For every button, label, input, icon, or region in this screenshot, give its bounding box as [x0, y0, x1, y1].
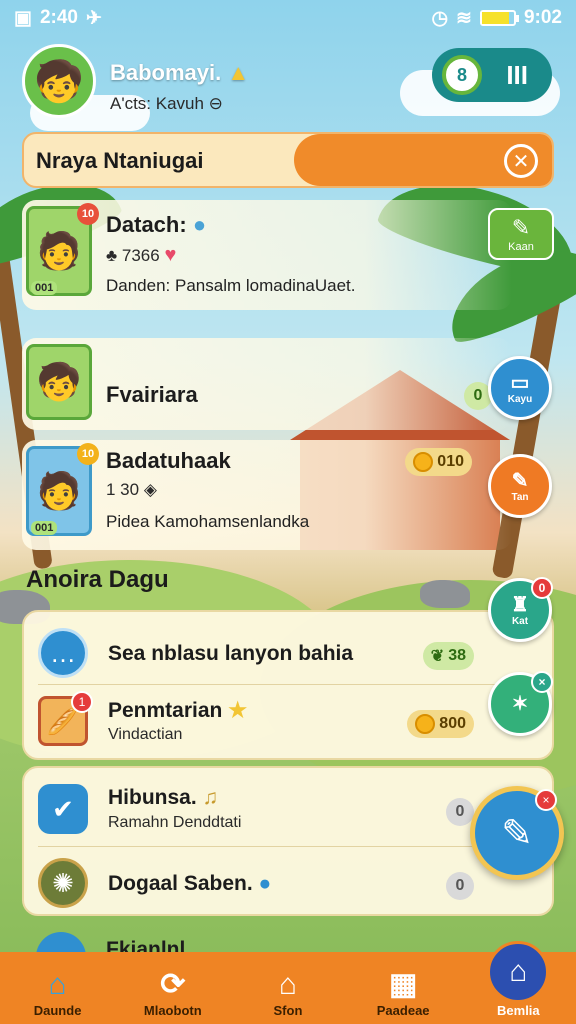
status-bar: ▣ 2:40 ✈ ◷ ≋ 9:02: [0, 0, 576, 36]
close-icon[interactable]: ✕: [504, 144, 538, 178]
check-icon: ✔: [38, 784, 88, 834]
chat-icon: …: [38, 628, 88, 678]
nav-grid[interactable]: ▦ Paadeae: [348, 967, 458, 1018]
nav-exchange[interactable]: ⟳ Mlaobotn: [118, 967, 228, 1018]
swap-icon: ⟳: [160, 968, 186, 1001]
star-outline-icon: ✶: [511, 693, 529, 715]
task-value: 800: [407, 710, 474, 738]
task-subtitle: Ramahn Denddtati: [108, 814, 242, 831]
pen-icon: ✎: [501, 812, 533, 855]
profile-header: 🧒 Babomayi. ▲ A'cts: Kavuh ⊖ 8 III: [22, 44, 552, 120]
character-thumbnail: 🧑 10 001: [26, 203, 99, 296]
heart-icon: ♥: [164, 244, 177, 266]
notification-badge: ×: [535, 789, 557, 811]
quest-stat: 1 30 ◈: [106, 480, 157, 499]
leaf-icon: ❦: [430, 648, 445, 665]
notification-badge: 0: [531, 577, 553, 599]
section-title: Anoira Dagu: [26, 566, 169, 593]
shield-icon: 8: [442, 55, 482, 95]
side-button-star[interactable]: ✶ ×: [488, 671, 553, 736]
quest-banner[interactable]: Nraya Ntaniugai ✕: [22, 132, 554, 188]
quest-description: Pidea Kamohamsenlandka: [106, 512, 310, 531]
edit-button[interactable]: ✎ Kaan: [488, 208, 554, 260]
star-icon: ★: [228, 699, 248, 722]
task-row[interactable]: 🥖 1 Penmtarian ★ Vindactian 800: [24, 680, 552, 764]
info-icon: ●: [258, 872, 272, 895]
thumb-badge: 10: [77, 203, 99, 225]
home-icon: ⌂: [48, 968, 67, 1001]
tv-icon: ▭: [510, 371, 530, 394]
task-title: Sea nblasu lanyon bahia: [108, 642, 354, 665]
side-button-tools[interactable]: ✎ Tan: [488, 454, 552, 518]
house-icon: ⌂: [278, 968, 298, 1001]
task-value: 0: [446, 798, 474, 826]
task-value: ❦ 38: [422, 642, 474, 670]
tools-icon: ✎: [511, 469, 529, 492]
task-row[interactable]: ✺ Dogaal Saben. ● 0: [24, 842, 552, 926]
task-value: 0: [446, 872, 474, 900]
bread-icon: 🥖 1: [38, 691, 93, 746]
slime-icon: ●: [192, 212, 207, 237]
image-icon: ▣: [14, 7, 32, 29]
task-subtitle: Vindactian: [108, 726, 183, 743]
thumb-level: 001: [31, 281, 58, 295]
quest-title: Datach: ●: [106, 212, 207, 237]
bell-icon: ♫: [202, 786, 219, 809]
character-thumbnail: 🧒: [26, 344, 92, 420]
quest-title: Badatuhaak: [106, 448, 231, 473]
notification-badge: ×: [531, 671, 553, 693]
side-button-shop[interactable]: ♜ Kat 0: [488, 577, 553, 642]
quest-title: Fvairiara: [106, 382, 198, 407]
task-title: Penmtarian ★: [108, 699, 248, 722]
task-title: Hibunsa. ♫: [108, 786, 219, 809]
nav-town[interactable]: ⌂ Sfon: [233, 967, 343, 1018]
character-thumbnail: 🧑 10 001: [26, 443, 99, 536]
menu-toggle[interactable]: 8 III: [432, 48, 552, 102]
thumb-badge: 10: [77, 443, 99, 465]
thumb-level: 001: [31, 521, 58, 535]
task-title: Dogaal Saben. ●: [108, 872, 272, 895]
status-right-time: 9:02: [523, 7, 562, 28]
coin-icon: [415, 714, 436, 734]
battery-icon: [479, 10, 519, 26]
wifi-icon: ≋: [456, 7, 472, 29]
username: Babomayi. ▲: [110, 60, 250, 85]
avatar[interactable]: 🧒: [22, 44, 96, 118]
quest-stat: ♣ 7366 ♥: [106, 244, 177, 266]
alarm-icon: ◷: [431, 7, 449, 29]
coin-reward: 010: [405, 448, 472, 476]
coin-icon: [413, 452, 434, 472]
quest-card-3[interactable]: 🧑 10 001 Badatuhaak 1 30 ◈ Pidea Kamoham…: [22, 440, 512, 550]
quest-card-2[interactable]: 🧒 Fvairiara 0: [22, 338, 512, 430]
gem-icon: ◈: [143, 480, 157, 499]
bottom-navigation: ⌂ Daunde ⟳ Mlaobotn ⌂ Sfon ▦ Paadeae ⌂ B…: [0, 941, 576, 1024]
grid-icon: ▦: [388, 968, 418, 1001]
notification-badge: 1: [71, 691, 93, 713]
task-list-1: … Sea nblasu lanyon bahia ❦ 38 🥖 1 Penmta…: [22, 610, 554, 760]
side-button-tv[interactable]: ▭ Kayu: [488, 356, 552, 420]
profile-subtitle: A'cts: Kavuh ⊖: [110, 94, 223, 113]
profile-icon: ⌂: [487, 941, 550, 1003]
warning-icon: ▲: [227, 60, 250, 85]
quest-description: Danden: Pansalm lomadinaUaet.: [106, 276, 356, 295]
bag-icon: ♜: [511, 593, 529, 616]
menu-bars-icon: III: [506, 59, 528, 90]
notification-icon: ✈: [85, 7, 102, 29]
write-fab[interactable]: ✎ ×: [470, 786, 564, 880]
nav-profile[interactable]: ⌂ Bemlia: [463, 941, 573, 1018]
nav-home[interactable]: ⌂ Daunde: [3, 967, 113, 1018]
status-time: 2:40: [39, 7, 78, 28]
banner-title: Nraya Ntaniugai: [36, 148, 204, 173]
compass-icon: ✺: [38, 858, 88, 908]
pencil-icon: ✎: [511, 215, 531, 240]
quest-card-1[interactable]: 🧑 10 001 Datach: ● ♣ 7366 ♥ Danden: Pans…: [22, 200, 512, 310]
